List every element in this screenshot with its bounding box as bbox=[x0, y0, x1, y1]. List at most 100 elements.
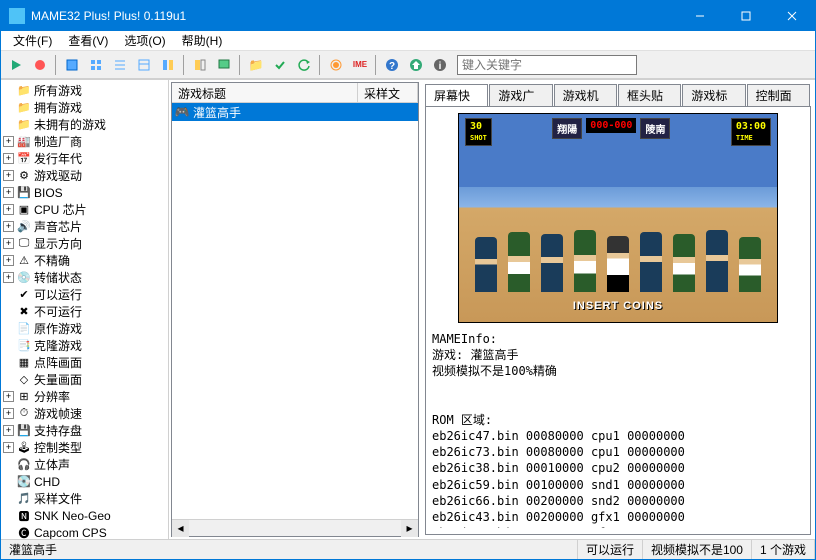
game-info-text: MAMEInfo: 游戏: 灌篮高手 视频模拟不是100%精确 ROM 区域: … bbox=[432, 331, 804, 528]
status-runnable: 可以运行 bbox=[578, 540, 643, 559]
tree-item[interactable]: +⚠不精确 bbox=[3, 252, 166, 269]
tree-item[interactable]: ✔可以运行 bbox=[3, 286, 166, 303]
titlebar: MAME32 Plus! Plus! 0.119u1 bbox=[1, 1, 815, 31]
tree-expand-icon[interactable]: + bbox=[3, 408, 14, 419]
tree-item-label: 点阵画面 bbox=[34, 354, 82, 371]
tree-item[interactable]: +💾支持存盘 bbox=[3, 422, 166, 439]
tb-refresh-icon[interactable] bbox=[293, 54, 315, 76]
tree-expand-icon[interactable]: + bbox=[3, 221, 14, 232]
tree-panel[interactable]: 📁所有游戏📁拥有游戏📁未拥有的游戏+🏭制造厂商+📅发行年代+⚙游戏驱动+💾BIO… bbox=[1, 80, 169, 539]
tree-item[interactable]: +📅发行年代 bbox=[3, 150, 166, 167]
ctrl-icon: 🕹 bbox=[16, 440, 32, 456]
list-header-title[interactable]: 游戏标题 bbox=[172, 83, 358, 102]
tree-item[interactable]: ✖不可运行 bbox=[3, 303, 166, 320]
tree-item[interactable]: ◇矢量画面 bbox=[3, 371, 166, 388]
tb-screenshot-toggle-icon[interactable] bbox=[213, 54, 235, 76]
tree-item[interactable]: 🅒Capcom CPS bbox=[3, 524, 166, 539]
tree-expand-icon[interactable]: + bbox=[3, 238, 14, 249]
tree-expand-icon[interactable]: + bbox=[3, 204, 14, 215]
close-button[interactable] bbox=[769, 1, 815, 31]
tb-about-icon[interactable]: i bbox=[429, 54, 451, 76]
tb-config-icon[interactable] bbox=[325, 54, 347, 76]
tree-item[interactable]: +🕹控制类型 bbox=[3, 439, 166, 456]
tree-item-label: 采样文件 bbox=[34, 490, 82, 507]
tree-item-label: SNK Neo-Geo bbox=[34, 509, 111, 523]
toolbar: 📁 IME ? i bbox=[1, 51, 815, 79]
tree-expand-icon[interactable]: + bbox=[3, 391, 14, 402]
ok-icon: ✔ bbox=[16, 287, 32, 303]
maximize-button[interactable] bbox=[723, 1, 769, 31]
tree-expand-icon[interactable]: + bbox=[3, 255, 14, 266]
tree-expand-icon[interactable]: + bbox=[3, 425, 14, 436]
game-list-panel: 游戏标题 采样文件 🎮灌篮高手 ◂▸ bbox=[171, 82, 419, 537]
tree-item[interactable]: +🏭制造厂商 bbox=[3, 133, 166, 150]
tb-play-icon[interactable] bbox=[5, 54, 27, 76]
tab[interactable]: 游戏机台 bbox=[554, 84, 617, 106]
list-body[interactable]: 🎮灌篮高手 bbox=[172, 103, 418, 519]
tb-help-icon[interactable]: ? bbox=[381, 54, 403, 76]
menu-item[interactable]: 文件(F) bbox=[5, 30, 60, 51]
tree-item[interactable]: 📑克隆游戏 bbox=[3, 337, 166, 354]
snd-icon: 🔊 bbox=[16, 219, 32, 235]
tree-item-label: 不可运行 bbox=[34, 303, 82, 320]
tree-expand-icon[interactable]: + bbox=[3, 136, 14, 147]
tree-item[interactable]: ▦点阵画面 bbox=[3, 354, 166, 371]
tab[interactable]: 控制面板 bbox=[747, 84, 810, 106]
tb-view-large-icon[interactable] bbox=[61, 54, 83, 76]
tree-expand-icon[interactable]: + bbox=[3, 153, 14, 164]
tree-item[interactable]: +💾BIOS bbox=[3, 184, 166, 201]
tree-item[interactable]: 📁未拥有的游戏 bbox=[3, 116, 166, 133]
tb-tree-toggle-icon[interactable] bbox=[189, 54, 211, 76]
detail-panel: 屏幕快照游戏广告游戏机台框头贴画游戏标题控制面板 30SHOT 翔陽 000-0… bbox=[421, 80, 815, 539]
tree-item[interactable]: +▣CPU 芯片 bbox=[3, 201, 166, 218]
tb-view-group-icon[interactable] bbox=[157, 54, 179, 76]
tree-item[interactable]: +⊞分辨率 bbox=[3, 388, 166, 405]
tab[interactable]: 游戏广告 bbox=[489, 84, 552, 106]
tb-check-icon[interactable] bbox=[269, 54, 291, 76]
tree-item[interactable]: 🅽SNK Neo-Geo bbox=[3, 507, 166, 524]
tab[interactable]: 框头贴画 bbox=[618, 84, 681, 106]
tb-lang-icon[interactable]: IME bbox=[349, 54, 371, 76]
statusbar: 灌篮高手 可以运行 视频模拟不是100 1 个游戏 bbox=[1, 539, 815, 559]
tree-item[interactable]: 💽CHD bbox=[3, 473, 166, 490]
tab[interactable]: 屏幕快照 bbox=[425, 84, 488, 106]
tree-item-label: BIOS bbox=[34, 186, 63, 200]
tree-item[interactable]: +🔊声音芯片 bbox=[3, 218, 166, 235]
minimize-button[interactable] bbox=[677, 1, 723, 31]
tree-expand-icon[interactable]: + bbox=[3, 272, 14, 283]
tree-item[interactable]: 📁拥有游戏 bbox=[3, 99, 166, 116]
tree-item[interactable]: 🎵采样文件 bbox=[3, 490, 166, 507]
tree-item-label: 声音芯片 bbox=[34, 218, 82, 235]
tree-item[interactable]: 📄原作游戏 bbox=[3, 320, 166, 337]
vector-icon: ◇ bbox=[16, 372, 32, 388]
tb-home-icon[interactable] bbox=[405, 54, 427, 76]
tree-item[interactable]: +🖵显示方向 bbox=[3, 235, 166, 252]
list-row[interactable]: 🎮灌篮高手 bbox=[172, 103, 418, 121]
tree-item[interactable]: +💿转储状态 bbox=[3, 269, 166, 286]
tree-item[interactable]: +⏱游戏帧速 bbox=[3, 405, 166, 422]
chd-icon: 💽 bbox=[16, 474, 32, 490]
tb-record-icon[interactable] bbox=[29, 54, 51, 76]
tree-expand-icon[interactable]: + bbox=[3, 187, 14, 198]
tb-view-small-icon[interactable] bbox=[85, 54, 107, 76]
menu-item[interactable]: 查看(V) bbox=[60, 30, 116, 51]
tab[interactable]: 游戏标题 bbox=[682, 84, 745, 106]
tree-expand-icon[interactable]: + bbox=[3, 442, 14, 453]
menu-item[interactable]: 选项(O) bbox=[116, 30, 173, 51]
tree-expand-icon[interactable]: + bbox=[3, 170, 14, 181]
tree-item[interactable]: 📁所有游戏 bbox=[3, 82, 166, 99]
tb-view-detail-icon[interactable] bbox=[133, 54, 155, 76]
folder-x-icon: 📁 bbox=[16, 117, 32, 133]
tree-item[interactable]: +⚙游戏驱动 bbox=[3, 167, 166, 184]
menu-item[interactable]: 帮助(H) bbox=[174, 30, 231, 51]
search-input[interactable] bbox=[457, 55, 637, 75]
tb-folder-icon[interactable]: 📁 bbox=[245, 54, 267, 76]
capcom-icon: 🅒 bbox=[16, 525, 32, 540]
tb-view-list-icon[interactable] bbox=[109, 54, 131, 76]
tab-content: 30SHOT 翔陽 000-000 陵南 03:00TIME bbox=[425, 106, 811, 535]
tree-item-label: 未拥有的游戏 bbox=[34, 116, 106, 133]
horizontal-scrollbar[interactable]: ◂▸ bbox=[172, 519, 418, 536]
tree-item[interactable]: 🎧立体声 bbox=[3, 456, 166, 473]
list-header-samples[interactable]: 采样文件 bbox=[358, 83, 418, 102]
window-title: MAME32 Plus! Plus! 0.119u1 bbox=[31, 9, 677, 23]
